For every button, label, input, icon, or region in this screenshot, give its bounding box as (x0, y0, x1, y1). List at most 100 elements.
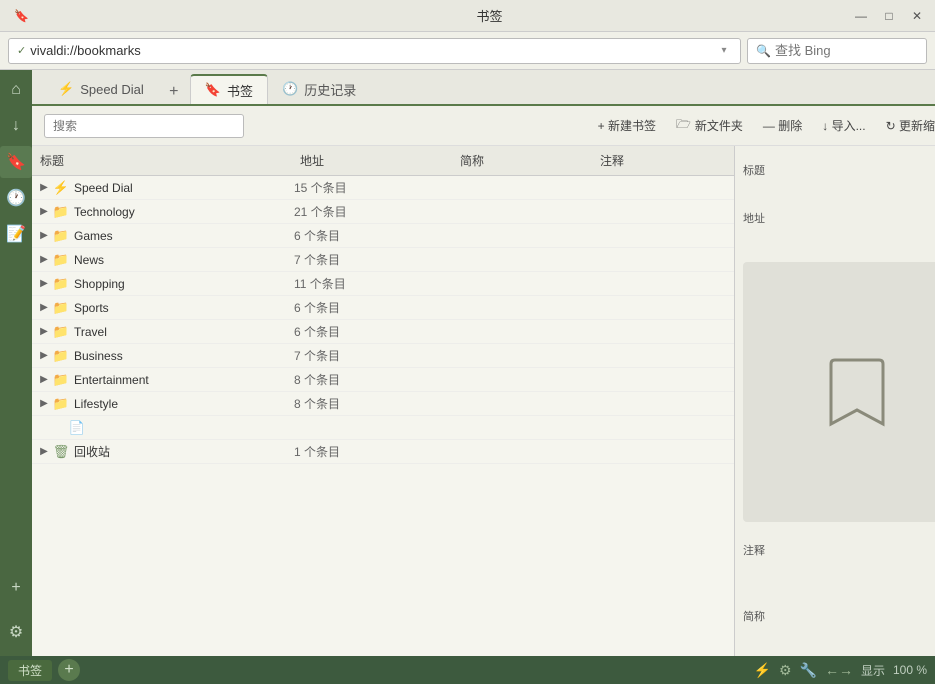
item-address: 6 个条目 (294, 299, 454, 316)
status-icon-2[interactable]: ⚙ (779, 662, 792, 679)
list-item[interactable]: ▶ 📁 Games 6 个条目 (32, 224, 734, 248)
list-item[interactable]: ▶ 📁 Travel 6 个条目 (32, 320, 734, 344)
refresh-button[interactable]: ↻ 更新缩略图 (878, 114, 935, 137)
list-item[interactable]: ▶ 📁 Lifestyle 8 个条目 (32, 392, 734, 416)
search-icon: 🔍 (756, 44, 771, 58)
list-item[interactable]: ▶ 📁 Entertainment 8 个条目 (32, 368, 734, 392)
status-icon-4[interactable]: ←→ (825, 662, 853, 678)
new-folder-button[interactable]: 🗁 新文件夹 (668, 112, 751, 139)
expand-icon[interactable]: ▶ (36, 350, 52, 361)
list-item[interactable]: ▶ ⚡ Speed Dial 15 个条目 (32, 176, 734, 200)
refresh-label: ↻ 更新缩略图 (886, 117, 935, 134)
delete-label: — 删除 (763, 117, 802, 134)
status-tab-bookmarks[interactable]: 书签 (8, 660, 52, 681)
status-icon-5[interactable]: 显示 (861, 662, 885, 679)
sidebar-icon-settings[interactable]: ⚙ (0, 616, 32, 648)
sidebar-icon-add[interactable]: + (0, 572, 32, 604)
item-icon: ⚡ (52, 180, 70, 196)
item-address: 7 个条目 (294, 347, 454, 364)
expand-icon[interactable]: ▶ (36, 374, 52, 385)
detail-title-input[interactable] (743, 180, 935, 202)
item-address: 1 个条目 (294, 443, 454, 460)
col-header-address: 地址 (292, 150, 452, 171)
delete-button[interactable]: — 删除 (755, 114, 810, 137)
main-layout: ⌂ ↓ 🔖 🕐 📝 + ⚙ ⚡ Speed Dial + 🔖 书签 🕐 历史记录 (0, 70, 935, 656)
tab-speed-dial[interactable]: ⚡ Speed Dial (44, 74, 158, 104)
sidebar-icon-download[interactable]: ↓ (0, 110, 32, 142)
detail-pane: 标题 地址 注释 简称 (734, 146, 935, 656)
maximize-button[interactable]: □ (879, 6, 899, 26)
expand-icon[interactable]: ▶ (36, 206, 52, 217)
item-title: News (74, 253, 294, 267)
list-item[interactable]: ▶ 📁 News 7 个条目 (32, 248, 734, 272)
new-folder-label: 新文件夹 (695, 117, 743, 134)
sidebar-icon-notes[interactable]: 📝 (0, 218, 32, 250)
item-title: Games (74, 229, 294, 243)
expand-icon[interactable]: ▶ (36, 398, 52, 409)
item-title: Technology (74, 205, 294, 219)
content-area: ⚡ Speed Dial + 🔖 书签 🕐 历史记录 + 新建书签 🗁 新文件夹 (32, 70, 935, 656)
expand-icon[interactable]: ▶ (36, 326, 52, 337)
detail-abbr-input[interactable] (743, 626, 935, 648)
bookmark-toolbar: + 新建书签 🗁 新文件夹 — 删除 ↓ 导入... ↻ 更新缩略图 (32, 106, 935, 146)
expand-icon[interactable]: ▶ (36, 302, 52, 313)
titlebar: 🔖 书签 — □ ✕ (0, 0, 935, 32)
speed-dial-icon: ⚡ (58, 81, 74, 97)
list-item[interactable]: ▶ 🗑 回收站 1 个条目 (32, 440, 734, 464)
list-item[interactable]: ▶ 📄 (32, 416, 734, 440)
status-bar: 书签 + ⚡ ⚙ 🔧 ←→ 显示 100 % (0, 656, 935, 684)
status-right: ⚡ ⚙ 🔧 ←→ 显示 100 % (86, 662, 927, 679)
tab-bookmarks[interactable]: 🔖 书签 (190, 74, 268, 104)
status-icon-3[interactable]: 🔧 (800, 662, 817, 679)
list-item[interactable]: ▶ 📁 Business 7 个条目 (32, 344, 734, 368)
item-title: Business (74, 349, 294, 363)
address-dropdown-icon[interactable]: ▾ (716, 45, 732, 56)
list-item[interactable]: ▶ 📁 Technology 21 个条目 (32, 200, 734, 224)
addressbar: ✓ ▾ 🔍 ▾ (0, 32, 935, 70)
detail-note-input[interactable] (743, 560, 935, 600)
detail-note-label: 注释 (743, 542, 935, 558)
item-address: 11 个条目 (294, 275, 454, 292)
bookmark-list-pane: 标题 地址 简称 注释 ▶ ⚡ Speed Dial 15 个条目 ▶ 📁 (32, 146, 734, 656)
new-bookmark-label: + 新建书签 (598, 117, 656, 134)
item-title: Shopping (74, 277, 294, 291)
vivaldi-icon: ✓ (17, 44, 26, 57)
bookmark-tab-icon: 🔖 (205, 82, 221, 98)
expand-icon[interactable]: ▶ (36, 254, 52, 265)
list-item[interactable]: ▶ 📁 Sports 6 个条目 (32, 296, 734, 320)
list-item[interactable]: ▶ 📁 Shopping 11 个条目 (32, 272, 734, 296)
status-icon-1[interactable]: ⚡ (754, 662, 771, 679)
expand-icon[interactable]: ▶ (36, 230, 52, 241)
item-address: 6 个条目 (294, 227, 454, 244)
item-title: Entertainment (74, 373, 294, 387)
bookmark-area: 标题 地址 简称 注释 ▶ ⚡ Speed Dial 15 个条目 ▶ 📁 (32, 146, 935, 656)
status-add-button[interactable]: + (58, 659, 80, 681)
new-bookmark-button[interactable]: + 新建书签 (590, 114, 664, 137)
item-title: Sports (74, 301, 294, 315)
folder-icon: 📁 (52, 300, 70, 316)
sidebar-icon-home[interactable]: ⌂ (0, 74, 32, 106)
search-input[interactable] (775, 43, 935, 58)
expand-icon[interactable]: ▶ (36, 446, 52, 457)
sidebar-icon-history[interactable]: 🕐 (0, 182, 32, 214)
address-input[interactable] (30, 43, 712, 58)
bookmark-search-input[interactable] (44, 114, 244, 138)
item-title: Speed Dial (74, 181, 294, 195)
add-tab-button[interactable]: + (162, 80, 186, 104)
folder-icon: 📁 (52, 372, 70, 388)
folder-icon: 📁 (52, 252, 70, 268)
detail-address-input[interactable] (743, 228, 935, 250)
sidebar-icon-bookmark[interactable]: 🔖 (0, 146, 32, 178)
tab-history[interactable]: 🕐 历史记录 (268, 74, 370, 104)
close-button[interactable]: ✕ (907, 6, 927, 26)
import-button[interactable]: ↓ 导入... (814, 114, 873, 137)
expand-icon[interactable]: ▶ (36, 182, 52, 193)
import-label: ↓ 导入... (822, 117, 865, 134)
sidebar: ⌂ ↓ 🔖 🕐 📝 + ⚙ (0, 70, 32, 656)
folder-icon: 📁 (52, 396, 70, 412)
address-input-wrap: ✓ ▾ (8, 38, 741, 64)
minimize-button[interactable]: — (851, 6, 871, 26)
tab-bar: ⚡ Speed Dial + 🔖 书签 🕐 历史记录 (32, 70, 935, 106)
detail-abbr-label: 简称 (743, 608, 935, 624)
expand-icon[interactable]: ▶ (36, 278, 52, 289)
